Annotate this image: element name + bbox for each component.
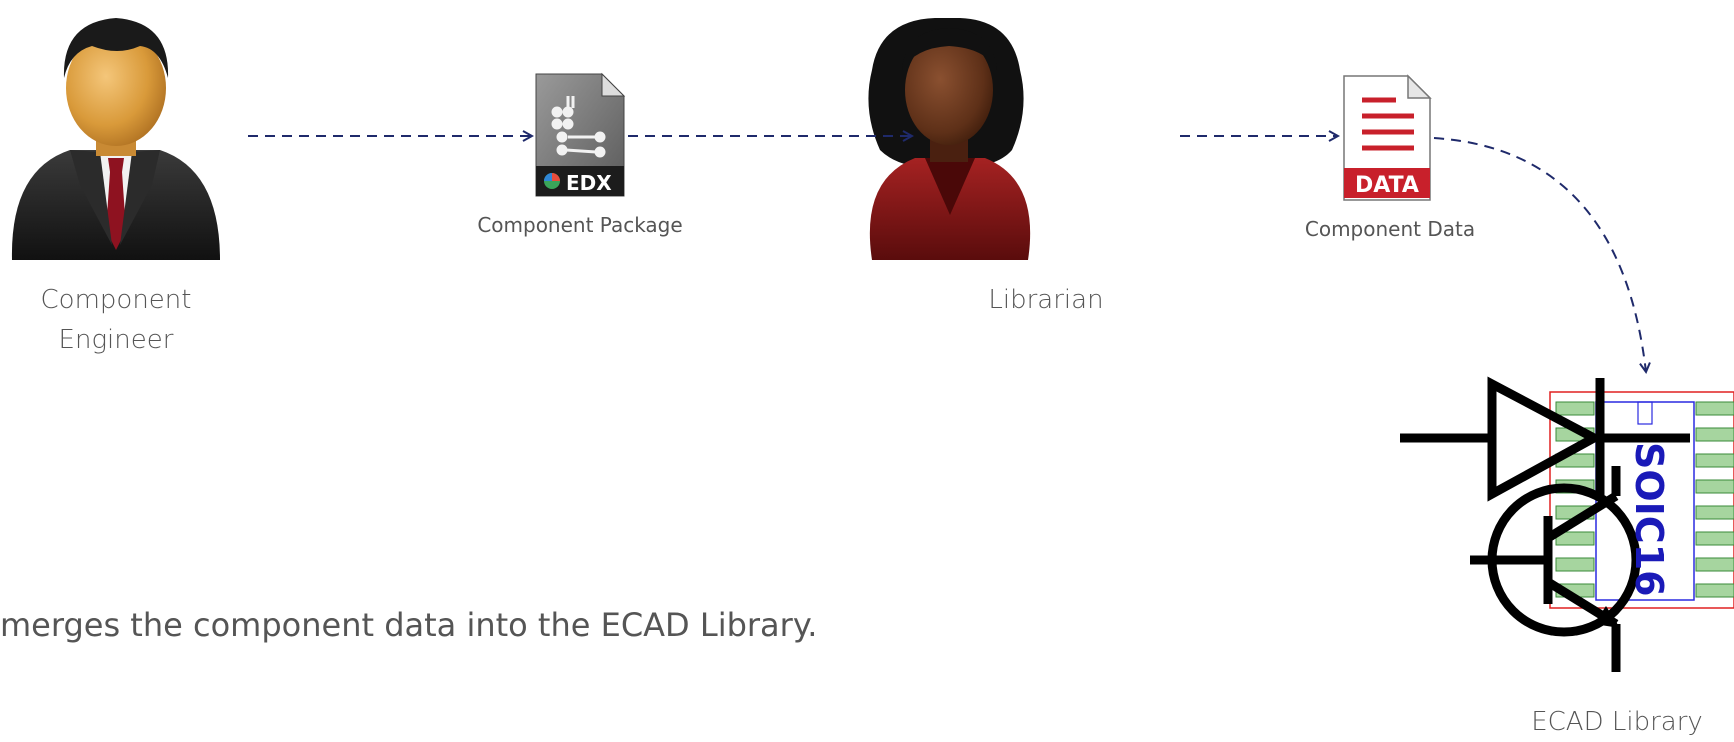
caption-text: merges the component data into the ECAD …: [0, 606, 818, 644]
package-label: Component Package: [477, 213, 683, 237]
ecad-library-icon: SOIC16: [1400, 376, 1734, 672]
chip-label: SOIC16: [1627, 442, 1671, 597]
edx-badge: EDX: [566, 171, 612, 195]
librarian-label: Librarian: [988, 285, 1104, 315]
engineer-label: Component Engineer: [0, 280, 232, 360]
librarian-icon: [868, 18, 1031, 260]
engineer-icon: [11, 18, 220, 260]
engineer-label-line1: Component: [40, 285, 192, 315]
engineer-label-line2: Engineer: [58, 325, 174, 355]
data-label: Component Data: [1304, 217, 1476, 241]
arrow-data-to-library: [1433, 137, 1646, 372]
ecad-library-label: ECAD Library: [1531, 707, 1703, 737]
data-badge: DATA: [1355, 173, 1419, 198]
